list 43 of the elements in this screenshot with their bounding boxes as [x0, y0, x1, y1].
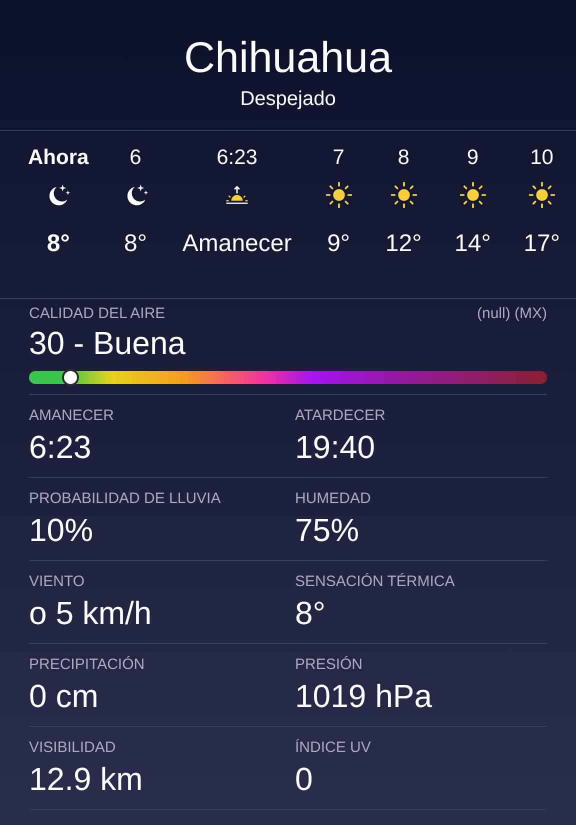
air-quality-label: CALIDAD DEL AIRE	[29, 305, 166, 323]
hour-temperature: Amanecer	[182, 229, 292, 259]
weather-condition: Despejado	[240, 88, 336, 111]
air-quality-source: (null) (MX)	[477, 305, 547, 323]
sun-icon	[458, 181, 487, 209]
hour-temperature: 14°	[454, 229, 491, 259]
detail-label: AMANECER	[29, 407, 116, 425]
hour-time: 7	[332, 145, 344, 171]
hour-time: 10	[530, 145, 554, 171]
detail-value: 19:40	[295, 428, 376, 467]
hour-temperature: 9°	[327, 229, 350, 259]
hour-temperature: 12°	[385, 229, 422, 259]
detail-value: 12.9 km	[29, 760, 144, 799]
detail-value: 8°	[295, 594, 327, 633]
detail-label: VIENTO	[29, 573, 86, 591]
sun-icon	[528, 181, 556, 209]
detail-value: 10%	[29, 511, 94, 550]
detail-value: 1019 hPa	[295, 677, 434, 716]
hour-temperature: 8°	[124, 229, 147, 259]
hour-temperature: 17°	[524, 229, 560, 259]
hour-time: 6:23	[216, 145, 258, 171]
hour-time: Ahora	[28, 145, 89, 171]
hour-time: 6	[130, 145, 142, 171]
detail-label: HUMEDAD	[295, 490, 372, 508]
hour-temperature: 8°	[46, 229, 70, 259]
detail-label: VISIBILIDAD	[29, 739, 117, 757]
detail-value: 0	[295, 760, 314, 799]
hour-time: 9	[466, 145, 478, 171]
detail-value: 6:23	[29, 428, 92, 467]
detail-label: PRESIÓN	[295, 656, 364, 674]
detail-value: 0 cm	[29, 677, 100, 716]
detail-label: SENSACIÓN TÉRMICA	[295, 573, 456, 591]
detail-label: ATARDECER	[295, 407, 386, 425]
detail-label: PROBABILIDAD DE LLUVIA	[29, 490, 222, 508]
sun-icon	[324, 181, 353, 209]
detail-label: PRECIPITACIÓN	[29, 656, 146, 674]
air-quality-value: 30 - Buena	[29, 324, 187, 363]
detail-value: o 5 km/h	[29, 594, 153, 633]
sun-icon	[390, 181, 418, 209]
city-name: Chihuahua	[184, 33, 392, 84]
hour-time: 8	[398, 145, 410, 171]
detail-value: 75%	[295, 511, 360, 550]
detail-label: ÍNDICE UV	[295, 739, 372, 757]
